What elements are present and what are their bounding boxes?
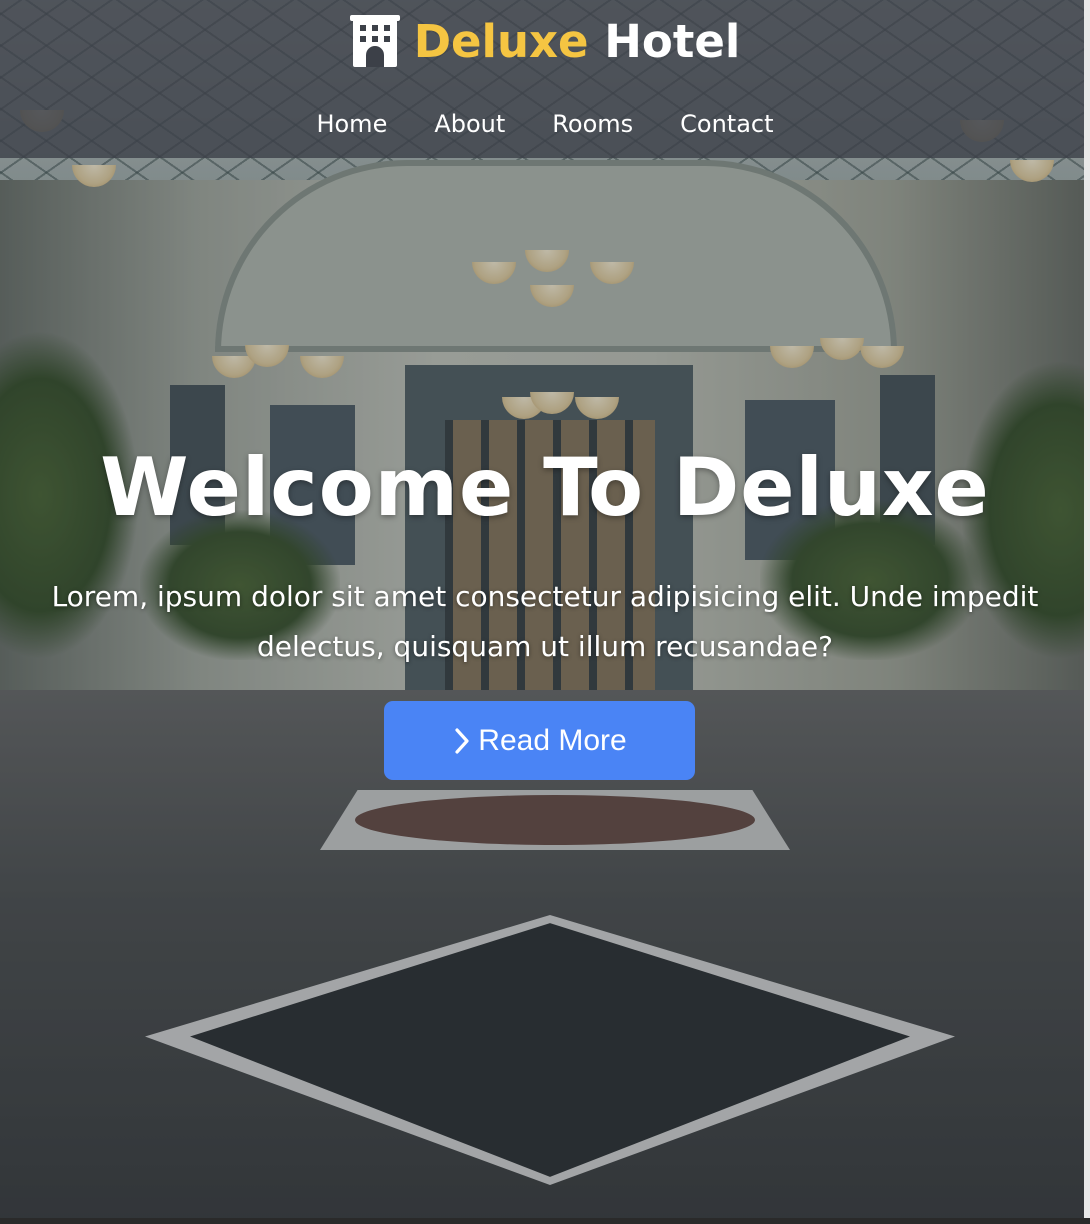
page: Deluxe Hotel Home About Rooms Contact We… bbox=[0, 0, 1090, 1224]
read-more-button[interactable]: Read More bbox=[384, 701, 695, 780]
nav-link-home[interactable]: Home bbox=[316, 104, 387, 144]
read-more-label: Read More bbox=[478, 723, 627, 757]
brand-logo[interactable]: Deluxe Hotel bbox=[0, 14, 1090, 71]
hotel-icon bbox=[349, 15, 400, 67]
nav-link-contact[interactable]: Contact bbox=[680, 104, 773, 144]
site-header: Deluxe Hotel Home About Rooms Contact bbox=[0, 0, 1090, 158]
hero-title: Welcome To Deluxe bbox=[100, 441, 990, 534]
window-edge bbox=[1084, 0, 1090, 1224]
main-nav: Home About Rooms Contact bbox=[0, 104, 1090, 144]
nav-link-about[interactable]: About bbox=[434, 104, 505, 144]
brand-name: Hotel bbox=[604, 15, 741, 68]
nav-link-rooms[interactable]: Rooms bbox=[552, 104, 633, 144]
window-edge-bottom bbox=[0, 1218, 1090, 1224]
chevron-right-icon bbox=[455, 727, 469, 754]
hero-subtitle: Lorem, ipsum dolor sit amet consectetur … bbox=[51, 580, 1039, 663]
brand-name-accent: Deluxe bbox=[413, 15, 589, 68]
